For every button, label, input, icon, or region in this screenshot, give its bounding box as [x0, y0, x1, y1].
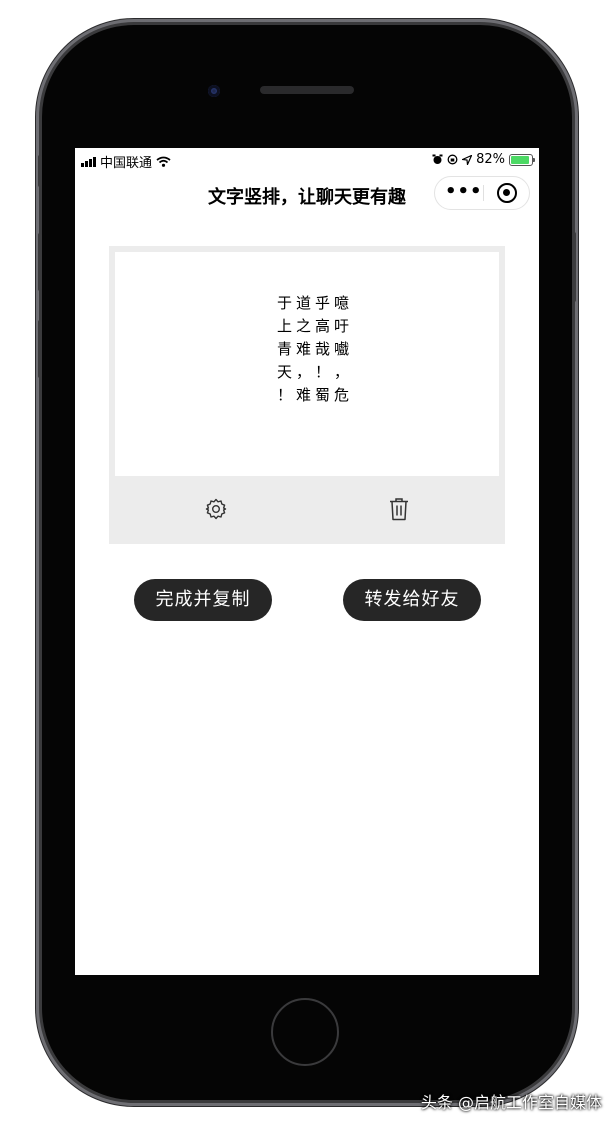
battery-charging-icon	[509, 153, 535, 166]
location-arrow-icon	[462, 154, 473, 165]
home-button[interactable]	[271, 998, 339, 1066]
carrier-name: 中国联通	[100, 156, 153, 171]
trash-icon	[390, 498, 408, 521]
text-row: 青难哉嚱	[277, 340, 354, 358]
battery-percent: 82%	[476, 152, 505, 167]
text-row: 天，！，	[277, 363, 354, 381]
volume-up-button	[38, 233, 42, 291]
phone-screen: 中国联通 82% 文字竖排，让聊天更有趣 ••• 于道乎噫 上之高吁 青难哉嚱 …	[75, 148, 539, 975]
source-watermark: 头条 @启航工作室自媒体	[420, 1093, 602, 1112]
vertical-text: 于道乎噫 上之高吁 青难哉嚱 天，！， ！难蜀危	[277, 292, 353, 407]
signal-bars-icon	[81, 156, 96, 167]
text-editor-card: 于道乎噫 上之高吁 青难哉嚱 天，！， ！难蜀危	[109, 246, 505, 544]
close-miniprogram-button[interactable]	[497, 183, 517, 203]
capsule-divider	[483, 185, 484, 201]
share-to-friend-button[interactable]: 转发给好友	[343, 579, 481, 621]
vertical-text-preview[interactable]: 于道乎噫 上之高吁 青难哉嚱 天，！， ！难蜀危	[115, 252, 499, 476]
wifi-icon	[156, 156, 171, 167]
editor-toolbar	[109, 482, 505, 538]
settings-button[interactable]	[203, 496, 229, 522]
status-bar: 中国联通 82%	[75, 148, 539, 172]
power-button	[572, 232, 576, 302]
more-menu-button[interactable]: •••	[445, 181, 482, 202]
orientation-lock-icon	[447, 154, 458, 165]
miniprogram-capsule: •••	[434, 176, 530, 210]
delete-button[interactable]	[386, 496, 412, 522]
front-camera	[208, 85, 220, 97]
text-row: 上之高吁	[277, 317, 354, 335]
gear-icon	[205, 498, 227, 520]
earpiece-speaker	[260, 86, 354, 94]
alarm-clock-icon	[432, 154, 443, 164]
text-row: ！难蜀危	[277, 386, 354, 404]
text-row: 于道乎噫	[277, 294, 354, 312]
volume-down-button	[38, 320, 42, 378]
mute-switch	[38, 155, 42, 187]
nav-bar: 文字竖排，让聊天更有趣 •••	[75, 174, 539, 214]
finish-and-copy-button[interactable]: 完成并复制	[134, 579, 272, 621]
